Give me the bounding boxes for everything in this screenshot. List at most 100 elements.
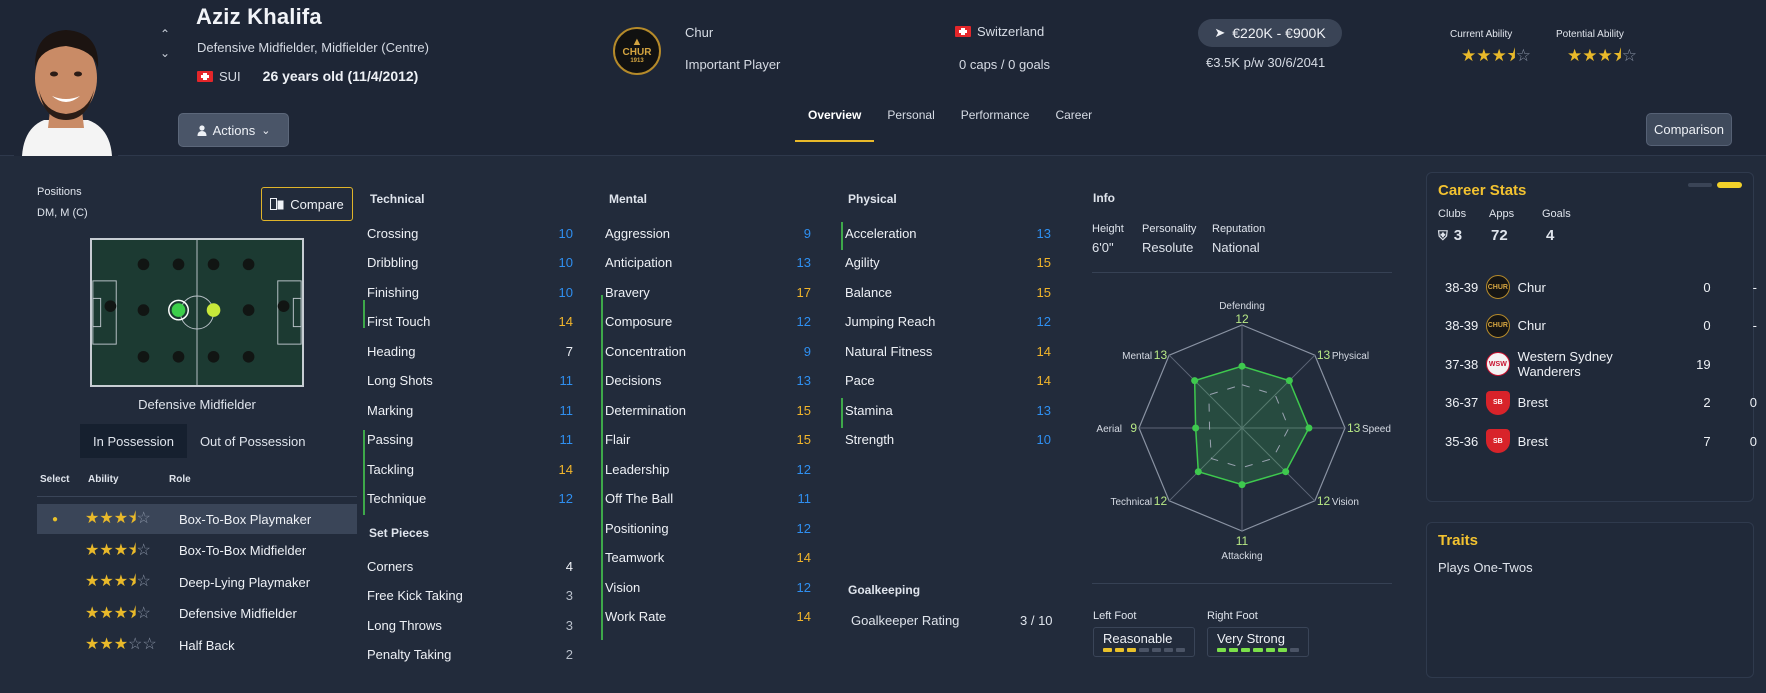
right-foot-box: Very Strong xyxy=(1207,627,1309,657)
star-half-icon: ⯨ xyxy=(1506,46,1516,65)
tab-overview[interactable]: Overview xyxy=(795,108,875,142)
comparison-button[interactable]: Comparison xyxy=(1646,113,1732,146)
physical-attribute-row[interactable]: Stamina 13 xyxy=(845,396,1051,424)
technical-attribute-row[interactable]: Tackling 14 xyxy=(367,455,573,483)
physical-attribute-row[interactable]: Natural Fitness 14 xyxy=(845,337,1051,365)
compare-button[interactable]: Compare xyxy=(261,187,353,221)
carousel-dot-2[interactable] xyxy=(1717,182,1742,188)
foot-meter-segment xyxy=(1115,648,1125,652)
left-foot-value: Reasonable xyxy=(1103,631,1173,646)
career-row[interactable]: 37-38 WSW Western Sydney Wanderers 19 xyxy=(1427,345,1757,383)
mental-attribute-row[interactable]: Determination 15 xyxy=(605,396,811,424)
mental-attribute-row[interactable]: Anticipation 13 xyxy=(605,249,811,277)
mental-attribute-row[interactable]: Leadership 12 xyxy=(605,455,811,483)
compare-icon xyxy=(270,198,284,210)
mental-attribute-row[interactable]: Teamwork 14 xyxy=(605,544,811,572)
star-full-icon: ★ xyxy=(1461,46,1477,65)
star-empty-icon: ☆ xyxy=(1515,46,1532,65)
career-row[interactable]: 36-37 SB Brest 2 0 xyxy=(1427,384,1757,422)
star-empty-icon: ☆ xyxy=(128,636,143,653)
set-piece-attribute-row[interactable]: Free Kick Taking 3 xyxy=(367,582,573,610)
radar-point xyxy=(1191,377,1199,385)
physical-attribute-row[interactable]: Jumping Reach 12 xyxy=(845,308,1051,336)
clubs-count: ⛨ 3 xyxy=(1438,227,1462,244)
role-row[interactable]: ★★★☆☆ Half Back xyxy=(37,630,357,660)
role-row[interactable]: ★★★⯨☆ Box-To-Box Midfielder xyxy=(37,536,357,566)
mental-attribute-row[interactable]: Bravery 17 xyxy=(605,278,811,306)
club-badge[interactable]: ▲ CHUR 1913 xyxy=(613,27,661,75)
technical-attribute-row[interactable]: Finishing 10 xyxy=(367,278,573,306)
mental-attribute-row[interactable]: Concentration 9 xyxy=(605,337,811,365)
set-piece-attribute-row[interactable]: Long Throws 3 xyxy=(367,611,573,639)
physical-attribute-row[interactable]: Agility 15 xyxy=(845,249,1051,277)
technical-attribute-row[interactable]: Heading 7 xyxy=(367,337,573,365)
role-name: Defensive Midfielder xyxy=(179,606,297,621)
mental-attribute-row[interactable]: Aggression 9 xyxy=(605,219,811,247)
attribute-value: 12 xyxy=(796,579,811,595)
goals-value: 4 xyxy=(1546,227,1555,244)
tab-in-possession[interactable]: In Possession xyxy=(80,424,187,458)
previous-player-chevron-icon[interactable]: ⌃ xyxy=(158,27,172,41)
foot-meter-segment xyxy=(1265,648,1275,652)
career-row[interactable]: 35-36 SB Brest 7 0 xyxy=(1427,422,1757,460)
star-full-icon: ★ xyxy=(1567,46,1583,65)
tab-performance[interactable]: Performance xyxy=(948,108,1043,140)
career-season: 35-36 xyxy=(1445,433,1479,449)
technical-attribute-row[interactable]: First Touch 14 xyxy=(367,308,573,336)
mental-attribute-row[interactable]: Off The Ball 11 xyxy=(605,485,811,513)
next-player-chevron-icon[interactable]: ⌄ xyxy=(158,46,172,60)
attribute-name: Vision xyxy=(605,579,641,595)
foot-meter-segment xyxy=(1217,648,1227,652)
set-piece-attribute-row[interactable]: Penalty Taking 2 xyxy=(367,641,573,669)
technical-attribute-row[interactable]: Long Shots 11 xyxy=(367,367,573,395)
physical-attribute-row[interactable]: Pace 14 xyxy=(845,367,1051,395)
career-row[interactable]: 38-39 CHUR Chur 0 - xyxy=(1427,268,1757,306)
attribute-value: 17 xyxy=(796,284,811,300)
foot-meter-segment xyxy=(1151,648,1161,652)
mental-attribute-row[interactable]: Vision 12 xyxy=(605,573,811,601)
physical-attribute-row[interactable]: Balance 15 xyxy=(845,278,1051,306)
carousel-dot-1[interactable] xyxy=(1688,183,1712,187)
star-empty-icon: ☆ xyxy=(136,541,151,559)
technical-attribute-row[interactable]: Marking 11 xyxy=(367,396,573,424)
tab-personal[interactable]: Personal xyxy=(874,108,947,140)
country[interactable]: Switzerland xyxy=(955,24,1044,39)
tab-career[interactable]: Career xyxy=(1042,108,1105,140)
role-select-dot[interactable]: ● xyxy=(37,514,73,525)
radar-axis-label: Aerial xyxy=(1096,424,1122,435)
club-crest-wrap: SB xyxy=(1482,390,1514,415)
attribute-value: 13 xyxy=(796,255,811,270)
transfer-value-pill[interactable]: ➤ €220K - €900K xyxy=(1198,19,1342,47)
set-piece-attribute-row[interactable]: Corners 4 xyxy=(367,552,573,580)
attribute-value: 11 xyxy=(559,373,574,388)
attribute-name: Finishing xyxy=(367,284,420,300)
foot-meter-segment xyxy=(1229,648,1239,652)
mental-attribute-row[interactable]: Flair 15 xyxy=(605,426,811,454)
club-name[interactable]: Chur xyxy=(685,25,713,40)
technical-attribute-row[interactable]: Passing 11 xyxy=(367,426,573,454)
mental-attribute-row[interactable]: Work Rate 14 xyxy=(605,603,811,631)
mental-attribute-row[interactable]: Composure 12 xyxy=(605,308,811,336)
career-row[interactable]: 38-39 CHUR Chur 0 - xyxy=(1427,307,1757,345)
role-row[interactable]: ★★★⯨☆ Defensive Midfielder xyxy=(37,599,357,629)
physical-attribute-row[interactable]: Strength 10 xyxy=(845,426,1051,454)
role-header-divider xyxy=(37,496,357,497)
wage-contract: €3.5K p/w 30/6/2041 xyxy=(1206,55,1326,70)
actions-button[interactable]: Actions ⌄ xyxy=(178,113,289,147)
technical-attribute-row[interactable]: Dribbling 10 xyxy=(367,249,573,277)
tab-out-of-possession[interactable]: Out of Possession xyxy=(187,424,319,458)
star-empty-icon: ☆ xyxy=(136,510,151,527)
technical-attribute-row[interactable]: Technique 12 xyxy=(367,485,573,513)
mental-attribute-row[interactable]: Decisions 13 xyxy=(605,367,811,395)
technical-attribute-row[interactable]: Crossing 10 xyxy=(367,219,573,247)
role-header-ability: Ability xyxy=(88,474,119,485)
star-empty-icon: ☆ xyxy=(1621,46,1638,65)
mental-attribute-row[interactable]: Positioning 12 xyxy=(605,514,811,542)
right-foot-meter xyxy=(1217,648,1299,652)
role-row[interactable]: ● ★★★⯨☆ Box-To-Box Playmaker xyxy=(37,504,357,534)
role-row[interactable]: ★★★⯨☆ Deep-Lying Playmaker xyxy=(37,567,357,597)
attribute-value: 12 xyxy=(1036,314,1051,329)
physical-attribute-row[interactable]: Acceleration 13 xyxy=(845,219,1051,247)
attribute-value: 15 xyxy=(796,432,811,447)
star-half-icon: ⯨ xyxy=(128,510,137,527)
